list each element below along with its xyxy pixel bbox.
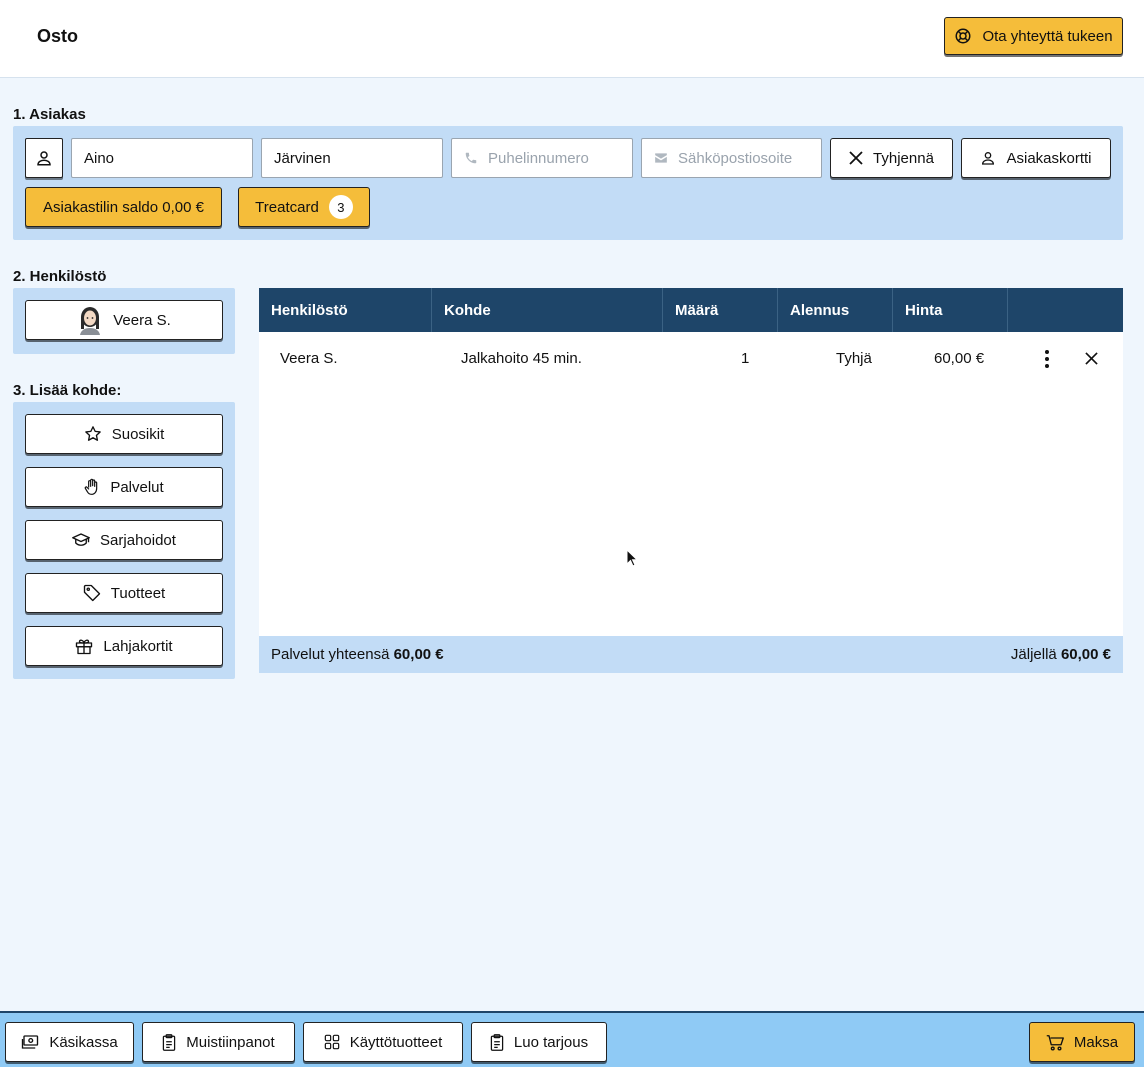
customer-search-button[interactable]	[25, 138, 63, 178]
contact-support-button[interactable]: Ota yhteyttä tukeen	[944, 17, 1123, 55]
first-name-field[interactable]: Aino	[71, 138, 253, 178]
account-balance-button[interactable]: Asiakastilin saldo 0,00 €	[25, 187, 222, 227]
gift-icon	[76, 639, 93, 655]
cart-table: Henkilöstö Kohde Määrä Alennus Hinta Vee…	[259, 288, 1123, 673]
close-icon	[849, 151, 863, 165]
pay-label: Maksa	[1073, 1033, 1119, 1051]
staff-name: Veera S.	[113, 311, 171, 329]
consumables-button[interactable]: Käyttötuotteet	[303, 1022, 463, 1062]
services-total-label: Palvelut yhteensä	[271, 646, 390, 663]
star-icon	[84, 426, 101, 441]
avatar	[80, 307, 101, 335]
column-header-item: Kohde	[432, 288, 663, 332]
customer-card-button[interactable]: Asiakaskortti	[961, 138, 1111, 178]
user-icon	[982, 152, 995, 165]
products-button[interactable]: Tuotteet	[25, 573, 223, 613]
email-field[interactable]: Sähköpostiosoite	[641, 138, 822, 178]
services-button[interactable]: Palvelut	[25, 467, 223, 507]
grid-icon	[324, 1034, 339, 1050]
cash-icon	[22, 1035, 39, 1049]
column-header-price: Hinta	[893, 288, 1008, 332]
column-header-actions	[1008, 288, 1123, 332]
user-icon	[37, 151, 51, 166]
cart-icon	[1046, 1034, 1064, 1051]
envelope-icon	[655, 153, 667, 163]
favorites-button[interactable]: Suosikit	[25, 414, 223, 454]
table-row[interactable]: Veera S. Jalkahoito 45 min. 1 Tyhjä 60,0…	[259, 332, 1123, 384]
notes-label: Muistiinpanot	[186, 1033, 275, 1051]
first-name-value: Aino	[84, 149, 115, 167]
cash-register-label: Käsikassa	[49, 1033, 118, 1051]
table-footer: Palvelut yhteensä 60,00 € Jäljellä 60,00…	[259, 636, 1123, 673]
services-label: Palvelut	[110, 478, 164, 496]
column-header-staff: Henkilöstö	[259, 288, 432, 332]
remaining-total: Jäljellä 60,00 €	[1011, 646, 1111, 663]
series-treatments-button[interactable]: Sarjahoidot	[25, 520, 223, 560]
column-header-discount: Alennus	[778, 288, 893, 332]
last-name-value: Järvinen	[274, 149, 331, 167]
cash-register-button[interactable]: Käsikassa	[5, 1022, 134, 1062]
tag-icon	[83, 584, 100, 602]
phone-icon	[465, 152, 477, 164]
notes-button[interactable]: Muistiinpanot	[142, 1022, 295, 1062]
consumables-label: Käyttötuotteet	[349, 1033, 443, 1051]
staff-select-button[interactable]: Veera S.	[25, 300, 223, 340]
treatcard-count-badge: 3	[328, 195, 353, 219]
clipboard-icon	[163, 1033, 176, 1051]
clear-label: Tyhjennä	[873, 149, 934, 167]
treatcard-label: Treatcard	[255, 198, 319, 216]
column-header-quantity: Määrä	[663, 288, 778, 332]
row-staff: Veera S.	[280, 350, 338, 367]
contact-support-label: Ota yhteyttä tukeen	[982, 27, 1113, 45]
favorites-label: Suosikit	[111, 425, 165, 443]
pay-button[interactable]: Maksa	[1029, 1022, 1135, 1062]
create-offer-button[interactable]: Luo tarjous	[471, 1022, 607, 1062]
services-total-value: 60,00 €	[393, 646, 444, 663]
series-treatments-label: Sarjahoidot	[100, 531, 176, 549]
bottom-action-bar: Käsikassa Muistiinpanot Käyttötuotteet L…	[0, 1011, 1144, 1067]
row-discount[interactable]: Tyhjä	[836, 350, 872, 367]
customer-card-label: Asiakaskortti	[1006, 149, 1092, 167]
hand-icon	[84, 478, 98, 495]
products-label: Tuotteet	[110, 584, 166, 602]
remove-row-icon[interactable]	[1085, 352, 1098, 365]
row-item: Jalkahoito 45 min.	[461, 350, 582, 367]
remaining-label: Jäljellä	[1010, 646, 1057, 663]
row-quantity[interactable]: 1	[741, 350, 749, 367]
phone-field[interactable]: Puhelinnumero	[451, 138, 633, 178]
mouse-cursor-icon	[626, 549, 638, 567]
remaining-value: 60,00 €	[1060, 646, 1111, 663]
top-bar: Osto Ota yhteyttä tukeen	[0, 0, 1144, 78]
clear-button[interactable]: Tyhjennä	[830, 138, 953, 178]
page-title: Osto	[37, 26, 79, 46]
gift-cards-label: Lahjakortit	[103, 637, 173, 655]
account-balance-label: Asiakastilin saldo 0,00 €	[43, 198, 204, 216]
create-offer-label: Luo tarjous	[513, 1033, 589, 1051]
clipboard-icon	[490, 1033, 504, 1051]
graduation-cap-icon	[72, 533, 90, 546]
phone-placeholder: Puhelinnumero	[488, 149, 589, 167]
services-total: Palvelut yhteensä 60,00 €	[271, 646, 444, 663]
gift-cards-button[interactable]: Lahjakortit	[25, 626, 223, 666]
lifebuoy-icon	[955, 28, 971, 44]
last-name-field[interactable]: Järvinen	[261, 138, 443, 178]
more-options-icon[interactable]	[1043, 349, 1051, 369]
customer-section-label: 1. Asiakas	[13, 106, 86, 123]
table-header: Henkilöstö Kohde Määrä Alennus Hinta	[259, 288, 1123, 332]
email-placeholder: Sähköpostiosoite	[678, 149, 793, 167]
add-item-section-label: 3. Lisää kohde:	[13, 382, 122, 399]
staff-section-label: 2. Henkilöstö	[13, 268, 107, 285]
row-price[interactable]: 60,00 €	[934, 350, 984, 367]
treatcard-button[interactable]: Treatcard 3	[238, 187, 370, 227]
